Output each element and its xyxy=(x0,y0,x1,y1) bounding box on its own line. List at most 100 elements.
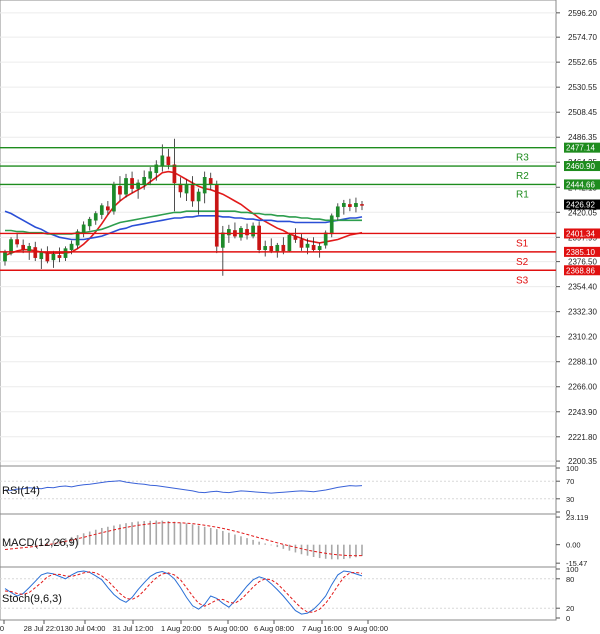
stoch-title: Stoch(9,6,3) xyxy=(2,593,62,605)
price-tick-label: 2596.20 xyxy=(568,9,597,18)
candle-bullish xyxy=(341,203,346,207)
candle-bullish xyxy=(263,246,268,250)
candle-bullish xyxy=(335,206,340,218)
candle-bullish xyxy=(39,251,44,260)
candle-bearish xyxy=(348,204,352,207)
candle-bullish xyxy=(239,227,243,238)
level-name-r1: R1 xyxy=(516,189,529,200)
pane-tick-label: 23.119 xyxy=(566,513,588,522)
candle-bearish xyxy=(15,239,19,245)
candle-bullish xyxy=(93,213,98,221)
candle-bullish xyxy=(69,243,74,250)
candle-bullish xyxy=(323,232,328,246)
level-price-label: 2385.10 xyxy=(566,248,595,257)
candle-bullish xyxy=(27,246,32,252)
time-tick-label: 28 Jul 22:01 xyxy=(24,624,65,633)
candle-bullish xyxy=(220,232,225,248)
candle-bullish xyxy=(3,251,7,262)
candle-bearish xyxy=(360,204,364,206)
candle-bullish xyxy=(51,254,56,261)
pane-tick-label: 30 xyxy=(566,495,574,504)
price-tick-label: 2354.40 xyxy=(568,283,597,292)
price-tick-label: 2332.30 xyxy=(568,308,597,317)
candle-bearish xyxy=(214,184,219,247)
candle-bullish xyxy=(142,177,147,185)
candle-bullish xyxy=(317,246,322,250)
candle-bullish xyxy=(287,234,292,252)
candle-bearish xyxy=(178,183,183,193)
candle-bearish xyxy=(190,183,195,202)
level-price-label: 2460.90 xyxy=(566,162,595,171)
level-name-r2: R2 xyxy=(516,171,529,182)
level-price-label: 2477.14 xyxy=(566,144,595,153)
time-tick-label: :00 xyxy=(0,624,4,633)
time-tick-label: 6 Aug 08:00 xyxy=(254,624,294,633)
price-tick-label: 2508.45 xyxy=(568,108,597,117)
price-tick-label: 2376.50 xyxy=(568,258,597,267)
pane-tick-label: 0.00 xyxy=(566,541,581,550)
price-tick-label: 2266.00 xyxy=(568,383,597,392)
candle-bullish xyxy=(148,171,153,179)
time-tick-label: 1 Aug 20:00 xyxy=(161,624,201,633)
candle-bullish xyxy=(196,191,201,202)
candle-bearish xyxy=(57,255,62,258)
time-tick-label: 9 Aug 00:00 xyxy=(348,624,388,633)
macd-title: MACD(12,26,9) xyxy=(2,537,78,549)
level-price-label: 2401.34 xyxy=(566,229,595,238)
pane-tick-label: 20 xyxy=(566,604,574,613)
candle-bearish xyxy=(293,235,298,240)
candle-bearish xyxy=(45,252,50,262)
pane-tick-label: 80 xyxy=(566,575,574,584)
candle-bullish xyxy=(251,225,255,237)
pane-tick-label: 100 xyxy=(566,464,579,473)
pane-tick-label: 0 xyxy=(566,614,570,623)
level-name-r3: R3 xyxy=(516,153,529,164)
price-tick-label: 2310.20 xyxy=(568,333,597,342)
candle-bearish xyxy=(166,156,171,166)
price-tick-label: 2288.10 xyxy=(568,358,597,367)
candle-bullish xyxy=(9,239,13,254)
candle-bearish xyxy=(21,244,26,250)
candle-bearish xyxy=(269,246,274,252)
rsi-title: RSI(14) xyxy=(2,485,40,497)
price-tick-label: 2530.55 xyxy=(568,83,597,92)
time-tick-label: 30 Jul 04:00 xyxy=(65,624,106,633)
candle-bullish xyxy=(275,244,280,253)
candle-bearish xyxy=(118,186,122,195)
candle-bullish xyxy=(99,205,104,215)
candle-bullish xyxy=(63,248,68,258)
candle-bullish xyxy=(184,183,189,194)
current-price-marker: 2426.92 xyxy=(564,199,600,210)
candle-bearish xyxy=(172,164,177,184)
level-name-s1: S1 xyxy=(516,238,529,249)
candle-bearish xyxy=(257,225,261,250)
candle-bullish xyxy=(160,155,165,167)
candle-bearish xyxy=(130,178,134,189)
candle-bullish xyxy=(112,184,116,212)
candle-bullish xyxy=(305,243,310,248)
level-price-label: 2368.86 xyxy=(566,266,595,275)
candle-bullish xyxy=(329,215,334,235)
candle-bearish xyxy=(208,178,213,185)
time-tick-label: 5 Aug 00:00 xyxy=(208,624,248,633)
candle-bullish xyxy=(81,224,86,233)
price-tick-label: 2552.65 xyxy=(568,58,597,67)
level-price-label: 2444.66 xyxy=(566,180,595,189)
candle-bearish xyxy=(281,244,286,252)
time-tick-label: 31 Jul 12:00 xyxy=(113,624,154,633)
price-tick-label: 2486.35 xyxy=(568,133,597,142)
pane-tick-label: 70 xyxy=(566,477,574,486)
price-tick-label: 2221.80 xyxy=(568,433,597,442)
candle-bullish xyxy=(202,177,207,194)
forex-chart: 2596.20 2574.70 2552.65 2530.55 2508.45 2486.… xyxy=(0,0,600,634)
candle-bearish xyxy=(106,206,110,211)
price-tick-label: 2243.90 xyxy=(568,408,597,417)
time-tick-label: 7 Aug 16:00 xyxy=(302,624,342,633)
candle-bearish xyxy=(311,244,316,250)
current-price-label: 2426.92 xyxy=(566,201,595,210)
level-name-s2: S2 xyxy=(516,257,529,268)
price-tick-label: 2420.05 xyxy=(568,208,597,217)
candle-bullish xyxy=(124,178,128,195)
price-tick-label: 2574.70 xyxy=(568,33,597,42)
candle-bullish xyxy=(354,203,358,207)
